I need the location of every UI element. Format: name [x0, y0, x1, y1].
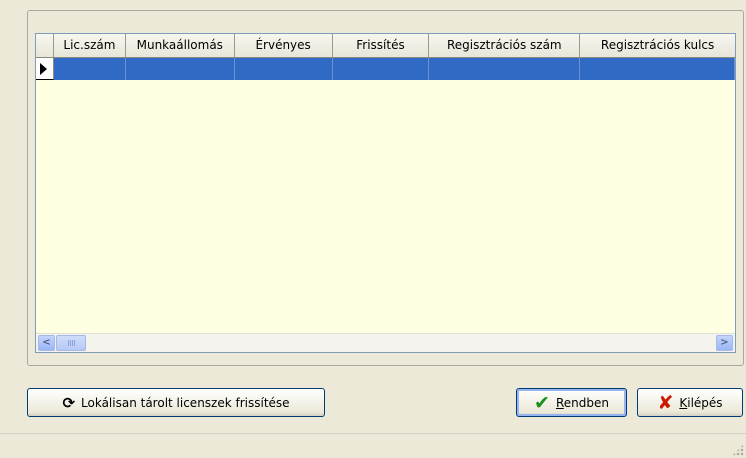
ok-button[interactable]: ✔ Rendben — [516, 388, 627, 417]
column-header-lic-szam[interactable]: Lic.szám — [53, 34, 126, 57]
exit-button[interactable]: ✘ Kilépés — [637, 388, 743, 417]
refresh-button-label: Lokálisan tárolt licenszek frissítése — [81, 395, 290, 410]
status-bar — [0, 433, 746, 458]
table-row[interactable] — [36, 58, 735, 80]
column-header-ervenyes[interactable]: Érvényes — [234, 34, 333, 57]
column-header-munkaallomas[interactable]: Munkaállomás — [125, 34, 235, 57]
refresh-licenses-button[interactable]: ⟳ Lokálisan tárolt licenszek frissítése — [27, 388, 325, 417]
cross-icon: ✘ — [657, 391, 674, 414]
table-cell[interactable] — [53, 58, 126, 80]
grip-icon — [68, 340, 75, 346]
column-header-frissites[interactable]: Frissítés — [332, 34, 430, 57]
exit-button-label: Kilépés — [679, 396, 722, 410]
column-header-regisztracios-szam[interactable]: Regisztrációs szám — [429, 34, 581, 57]
grid-header: Lic.szám Munkaállomás Érvényes Frissítés… — [36, 34, 735, 58]
license-grid[interactable]: Lic.szám Munkaállomás Érvényes Frissítés… — [35, 33, 736, 353]
header-corner — [36, 34, 54, 57]
table-cell[interactable] — [234, 58, 333, 80]
table-cell[interactable] — [580, 58, 735, 80]
scroll-right-button[interactable]: > — [716, 335, 733, 351]
scroll-thumb[interactable] — [56, 335, 86, 351]
ok-button-label: Rendben — [556, 396, 609, 410]
ok-accelerator: R — [555, 395, 564, 410]
horizontal-scrollbar[interactable]: < > — [36, 333, 735, 352]
table-cell[interactable] — [429, 58, 581, 80]
table-cell[interactable] — [125, 58, 235, 80]
column-header-regisztracios-kulcs[interactable]: Regisztrációs kulcs — [580, 34, 735, 57]
resize-grip-icon[interactable] — [732, 444, 744, 456]
exit-label-rest: ilépés — [687, 395, 723, 410]
row-indicator[interactable] — [36, 58, 54, 80]
scroll-left-button[interactable]: < — [38, 335, 55, 351]
current-row-arrow-icon — [40, 63, 47, 75]
check-icon: ✔ — [534, 391, 550, 414]
table-cell[interactable] — [332, 58, 430, 80]
ok-label-rest: endben — [563, 395, 609, 410]
refresh-icon: ⟳ — [62, 393, 76, 412]
